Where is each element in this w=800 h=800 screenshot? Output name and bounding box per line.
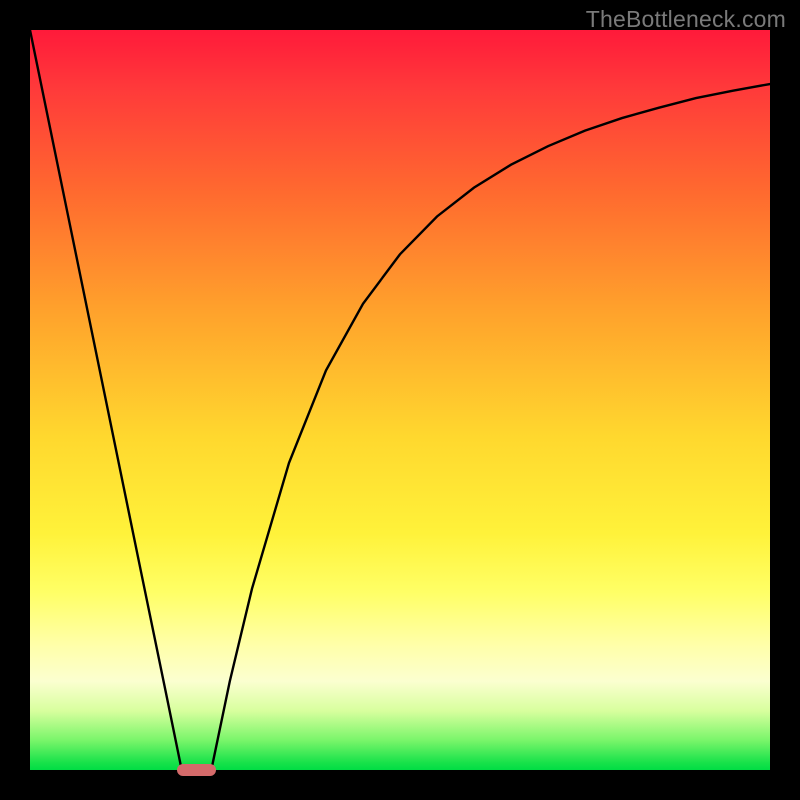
curve-left-branch (30, 30, 182, 770)
chart-frame: TheBottleneck.com (0, 0, 800, 800)
curve-svg (30, 30, 770, 770)
curve-right-branch (211, 84, 770, 770)
minimum-marker (177, 764, 215, 775)
plot-area (30, 30, 770, 770)
watermark-text: TheBottleneck.com (586, 6, 786, 33)
